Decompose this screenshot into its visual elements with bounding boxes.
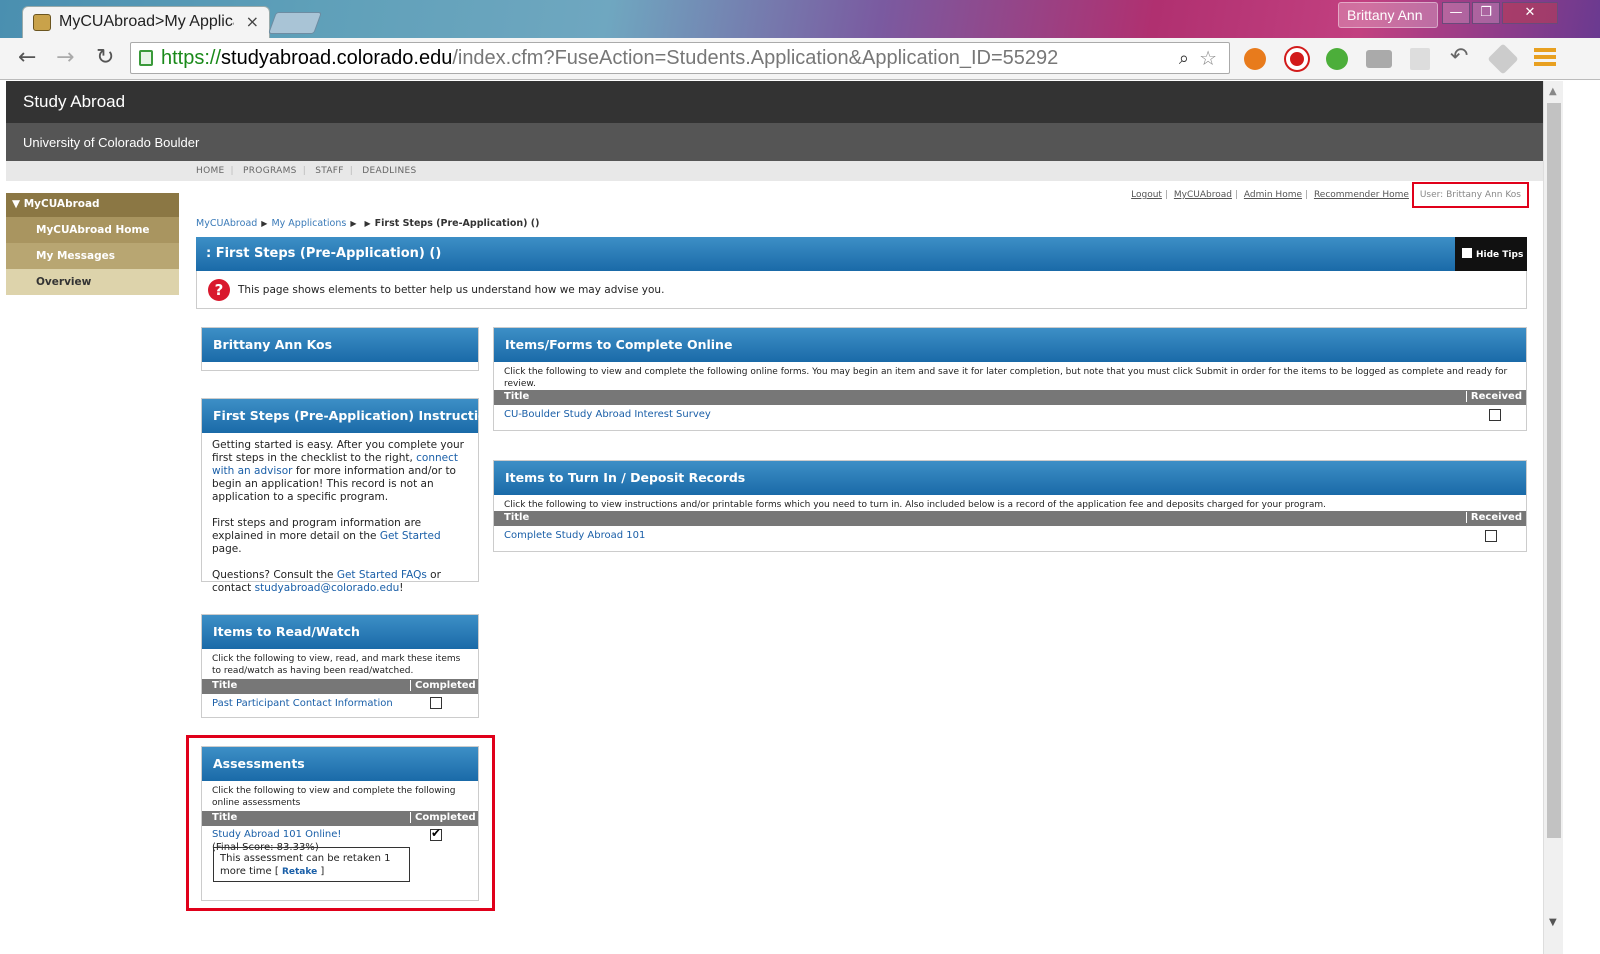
breadcrumb-arrow-icon: ▶	[350, 219, 357, 228]
browser-menu-icon[interactable]	[1534, 48, 1556, 68]
received-checkbox[interactable]	[1485, 530, 1497, 542]
scroll-down-icon[interactable]: ▼	[1549, 917, 1557, 928]
tip-box: ? This page shows elements to better hel…	[196, 271, 1527, 309]
instructions-title: First Steps (Pre-Application) Instructio…	[202, 399, 503, 433]
past-participant-link[interactable]: Past Participant Contact Information	[212, 698, 393, 709]
sidebar: ▼ MyCUAbroad MyCUAbroad Home My Messages…	[6, 193, 179, 295]
site-title[interactable]: Study Abroad	[23, 92, 125, 112]
turn-in-panel: Items to Turn In / Deposit Records Click…	[493, 460, 1527, 552]
mycuabroad-link[interactable]: MyCUAbroad	[1174, 190, 1232, 200]
breadcrumb-arrow-icon: ▶	[261, 219, 268, 228]
turn-in-desc: Click the following to view instructions…	[504, 500, 1326, 510]
close-window-button[interactable]: ✕	[1502, 2, 1558, 24]
site-favicon-icon	[33, 14, 51, 31]
tab-title: MyCUAbroad>My Applica	[59, 13, 234, 30]
get-started-link[interactable]: Get Started	[380, 530, 441, 542]
breadcrumb-applications[interactable]: My Applications	[271, 218, 346, 229]
sidebar-head[interactable]: ▼ MyCUAbroad	[6, 193, 179, 217]
extension-flame-icon[interactable]	[1244, 48, 1266, 70]
nav-staff[interactable]: STAFF	[315, 166, 344, 176]
turn-in-title: Items to Turn In / Deposit Records	[494, 461, 1526, 495]
extension-video-icon[interactable]	[1366, 50, 1392, 68]
site-subheader: University of Colorado Boulder	[6, 123, 1543, 161]
sidebar-item-messages[interactable]: My Messages	[6, 243, 179, 269]
table-header: Title Received	[494, 390, 1526, 405]
breadcrumb-current: First Steps (Pre-Application) ()	[374, 218, 540, 229]
address-bar[interactable]: https://studyabroad.colorado.edu/index.c…	[130, 42, 1230, 74]
student-name-panel: Brittany Ann Kos	[201, 327, 479, 371]
table-row: Past Participant Contact Information	[202, 694, 478, 714]
browser-titlebar: MyCUAbroad>My Applica × Brittany Ann — ❐…	[0, 0, 1600, 38]
scroll-thumb[interactable]	[1547, 103, 1561, 838]
top-navigation: HOME | PROGRAMS | STAFF | DEADLINES	[6, 161, 1543, 181]
table-header: Title Received	[494, 511, 1526, 526]
read-watch-title: Items to Read/Watch	[202, 615, 478, 649]
vertical-scrollbar[interactable]: ▲ ▼	[1543, 81, 1563, 954]
sa101-link[interactable]: Complete Study Abroad 101	[504, 530, 645, 541]
profile-button[interactable]: Brittany Ann	[1338, 2, 1438, 28]
extension-reply-icon[interactable]: ↶	[1450, 44, 1474, 69]
admin-home-link[interactable]: Admin Home	[1244, 190, 1302, 200]
read-watch-desc: Click the following to view, read, and m…	[212, 654, 461, 676]
completed-checkbox[interactable]	[430, 697, 442, 709]
sidebar-item-overview[interactable]: Overview	[6, 269, 179, 295]
nav-home[interactable]: HOME	[196, 166, 225, 176]
tab-close-icon[interactable]: ×	[246, 12, 259, 31]
page-viewport: Study Abroad University of Colorado Boul…	[6, 81, 1543, 954]
tip-text: This page shows elements to better help …	[238, 284, 665, 296]
minimize-button[interactable]: —	[1442, 2, 1470, 24]
lock-icon	[139, 50, 153, 66]
nav-deadlines[interactable]: DEADLINES	[362, 166, 416, 176]
profile-name: Brittany Ann	[1347, 7, 1423, 23]
site-header: Study Abroad	[6, 81, 1543, 123]
site-subtitle: University of Colorado Boulder	[23, 135, 200, 150]
reload-icon[interactable]: ↻	[96, 46, 114, 70]
page-title-bar: : First Steps (Pre-Application) () Hide …	[196, 237, 1527, 271]
received-checkbox[interactable]	[1489, 409, 1501, 421]
question-icon: ?	[208, 279, 230, 301]
forward-arrow-icon[interactable]: →	[56, 46, 74, 70]
highlight-outline	[186, 735, 495, 911]
browser-toolbar: ← → ↻ https://studyabroad.colorado.edu/i…	[0, 38, 1600, 80]
breadcrumb-mycuabroad[interactable]: MyCUAbroad	[196, 218, 257, 229]
logout-link[interactable]: Logout	[1131, 190, 1162, 200]
sidebar-item-home[interactable]: MyCUAbroad Home	[6, 217, 179, 243]
table-row: Complete Study Abroad 101	[494, 526, 1526, 546]
scroll-up-icon[interactable]: ▲	[1549, 86, 1557, 97]
checkbox-icon[interactable]	[1462, 248, 1472, 258]
nav-programs[interactable]: PROGRAMS	[243, 166, 297, 176]
table-row: CU-Boulder Study Abroad Interest Survey	[494, 405, 1526, 425]
table-header: Title Completed	[202, 679, 478, 694]
hide-tips-toggle[interactable]: Hide Tips	[1455, 237, 1527, 271]
browser-tab[interactable]: MyCUAbroad>My Applica ×	[22, 6, 270, 38]
new-tab-button[interactable]	[267, 12, 323, 34]
breadcrumb-arrow-icon: ▶	[364, 219, 371, 228]
email-link[interactable]: studyabroad@colorado.edu	[255, 582, 400, 594]
breadcrumb: MyCUAbroad ▶ My Applications ▶ ▶ First Steps …	[196, 218, 539, 229]
online-forms-desc: Click the following to view and complete…	[504, 367, 1508, 389]
faq-link[interactable]: Get Started FAQs	[337, 569, 427, 581]
back-arrow-icon[interactable]: ←	[18, 46, 36, 70]
interest-survey-link[interactable]: CU-Boulder Study Abroad Interest Survey	[504, 409, 711, 420]
extension-page-icon[interactable]	[1410, 48, 1430, 70]
read-watch-panel: Items to Read/Watch Click the following …	[201, 614, 479, 718]
zoom-icon[interactable]: ⌕	[1179, 48, 1189, 69]
extension-diamond-icon[interactable]	[1487, 43, 1519, 75]
url-text[interactable]: https://studyabroad.colorado.edu/index.c…	[161, 47, 1058, 70]
extension-green-icon[interactable]	[1326, 48, 1348, 70]
user-bar: Logout | MyCUAbroad | Admin Home | Recommen…	[1131, 182, 1529, 208]
maximize-button[interactable]: ❐	[1472, 2, 1500, 24]
bookmark-star-icon[interactable]: ☆	[1199, 46, 1217, 70]
extension-opera-icon[interactable]	[1286, 48, 1308, 70]
instructions-panel: First Steps (Pre-Application) Instructio…	[201, 398, 503, 594]
student-name: Brittany Ann Kos	[202, 328, 478, 362]
page-title: : First Steps (Pre-Application) ()	[206, 246, 442, 261]
recommender-home-link[interactable]: Recommender Home	[1314, 190, 1409, 200]
online-forms-title: Items/Forms to Complete Online	[494, 328, 1526, 362]
current-user-label: User: Brittany Ann Kos	[1411, 182, 1529, 208]
online-forms-panel: Items/Forms to Complete Online Click the…	[493, 327, 1527, 431]
